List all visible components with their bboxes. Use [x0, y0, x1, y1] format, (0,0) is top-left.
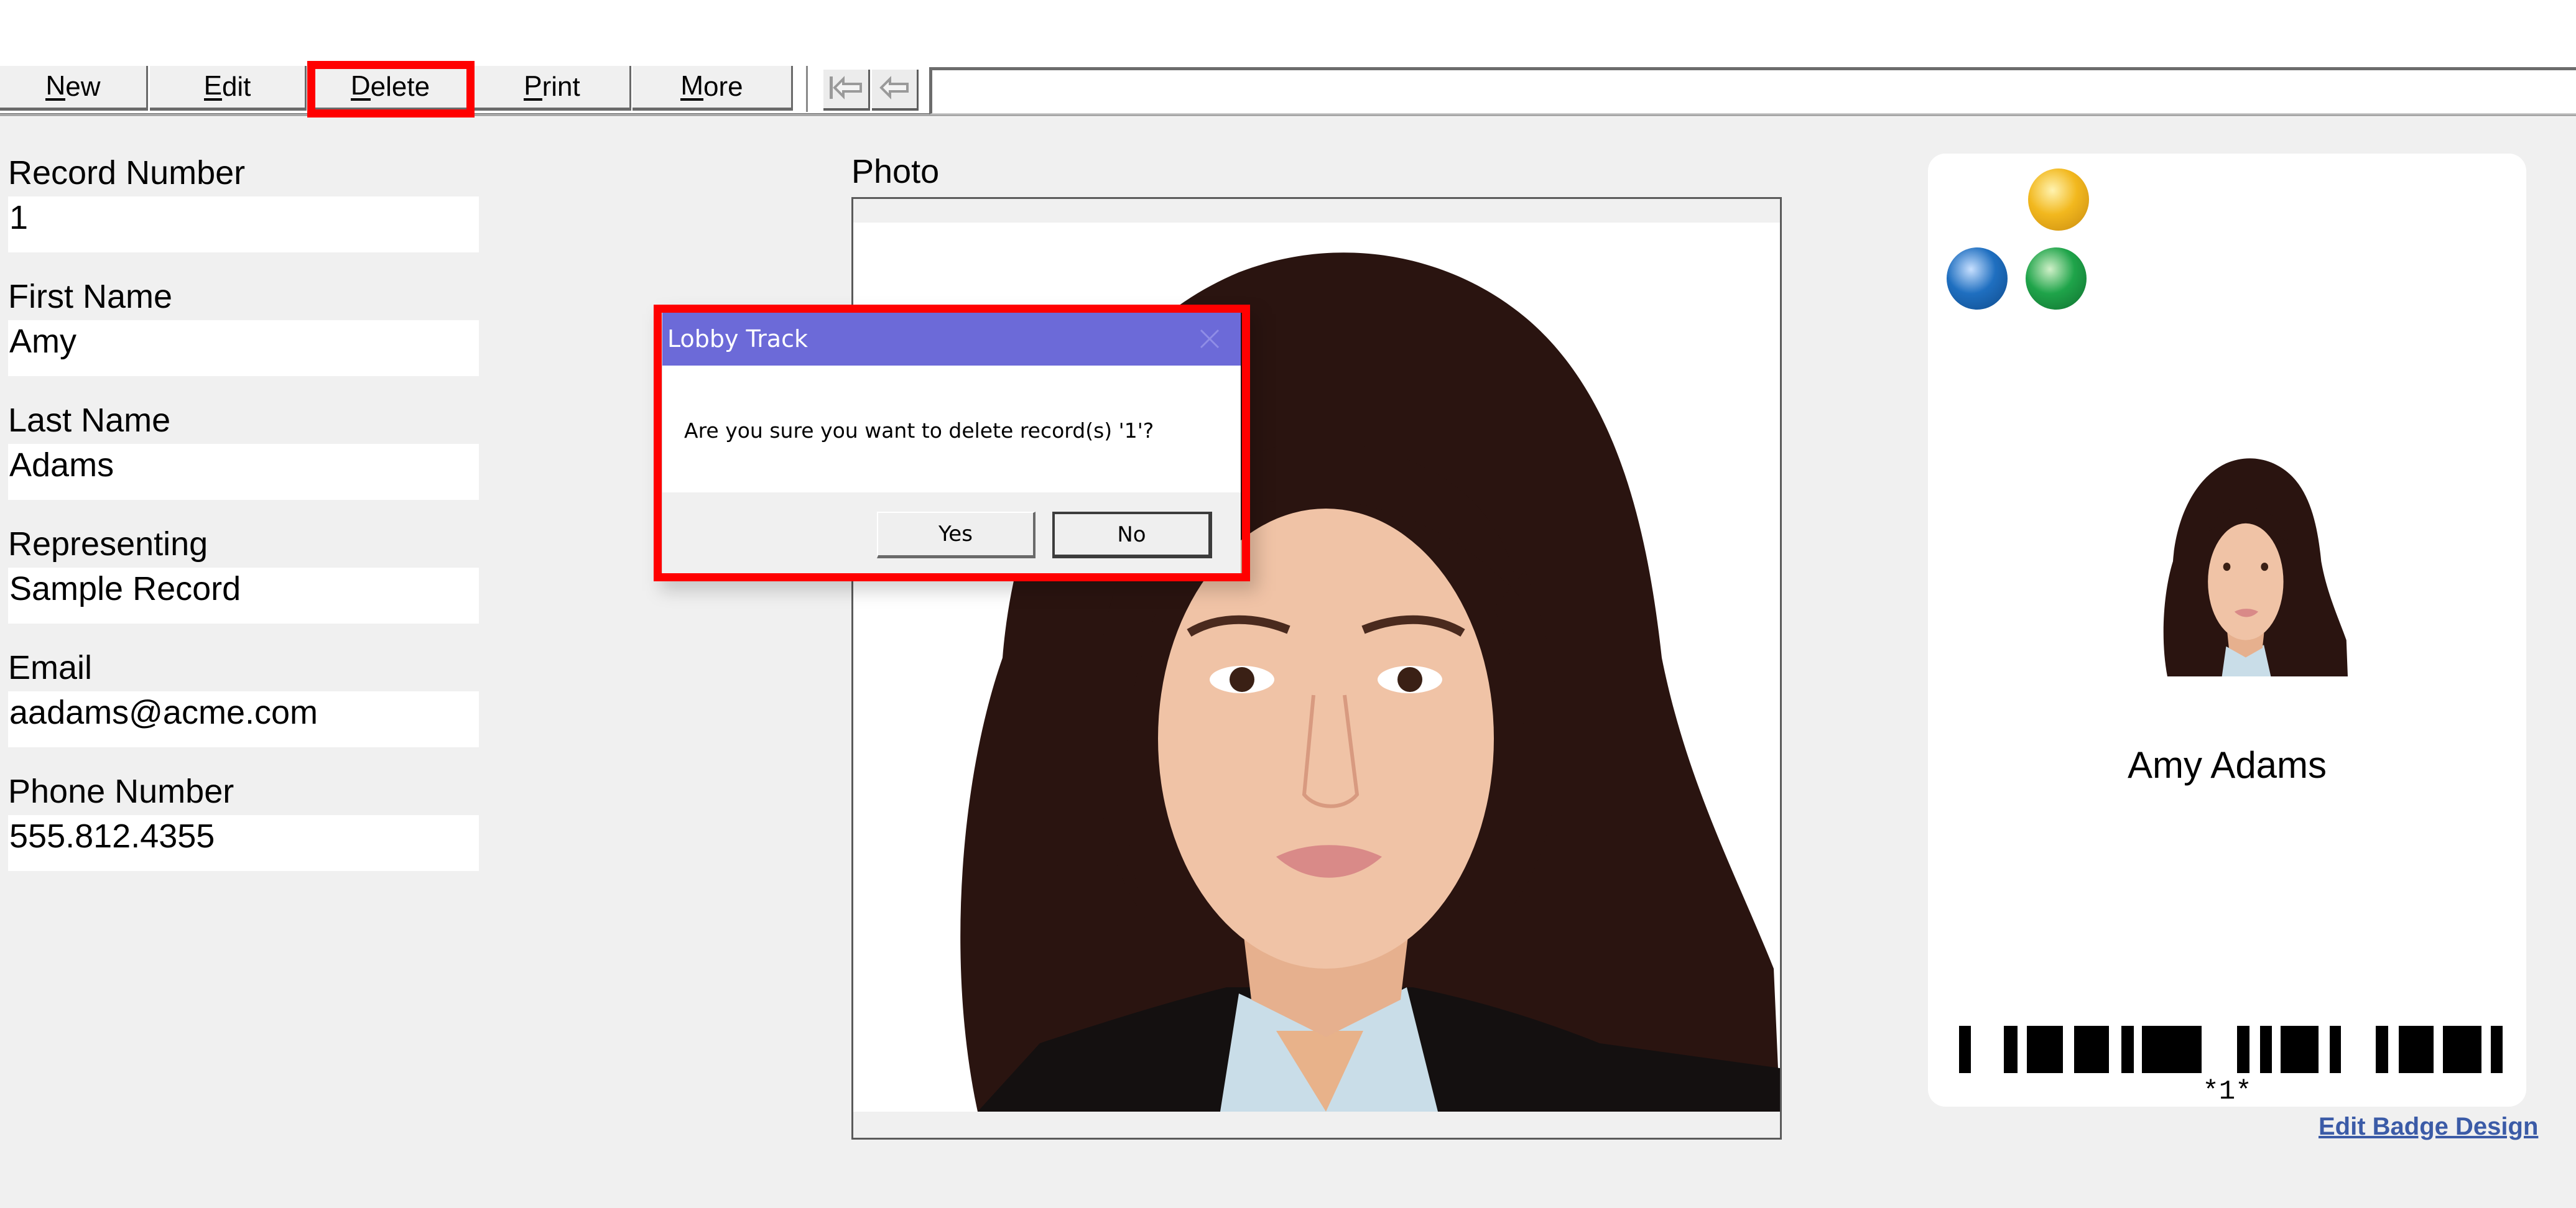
- record-number-field[interactable]: 1: [8, 196, 479, 252]
- representing-label: Representing: [8, 525, 208, 563]
- more-button[interactable]: More: [632, 66, 793, 111]
- logo-yellow-ball-icon: [2028, 168, 2089, 231]
- logo-blue-ball-icon: [1947, 247, 2008, 310]
- edit-label: dit: [221, 71, 251, 102]
- dialog-message: Are you sure you want to delete record(s…: [684, 418, 1154, 443]
- badge-name: Amy Adams: [2127, 744, 2327, 786]
- window-top-area: [0, 0, 2576, 65]
- last-name-field[interactable]: Adams: [8, 444, 479, 500]
- representing-field[interactable]: Sample Record: [8, 568, 479, 624]
- search-input[interactable]: [929, 67, 2576, 114]
- more-mnemonic: M: [680, 70, 704, 101]
- edit-badge-design-link[interactable]: Edit Badge Design: [2319, 1113, 2538, 1141]
- first-name-label: First Name: [8, 278, 173, 315]
- close-icon: [1200, 329, 1220, 349]
- first-record-icon: [828, 74, 863, 104]
- badge-barcode: [1959, 1026, 2503, 1073]
- first-name-field[interactable]: Amy: [8, 320, 479, 376]
- logo-green-ball-icon: [2026, 247, 2087, 310]
- new-button[interactable]: New: [0, 66, 148, 111]
- new-label: ew: [65, 71, 101, 102]
- dialog-close-button[interactable]: [1192, 321, 1227, 356]
- no-button[interactable]: No: [1052, 512, 1212, 558]
- delete-label: elete: [370, 71, 430, 102]
- previous-record-button[interactable]: [872, 70, 919, 111]
- phone-number-label: Phone Number: [8, 773, 234, 810]
- more-label: ore: [703, 71, 743, 102]
- first-record-button[interactable]: [823, 70, 870, 111]
- email-label: Email: [8, 649, 93, 686]
- print-button[interactable]: Print: [475, 66, 631, 111]
- previous-record-icon: [879, 74, 910, 104]
- toolbar-separator: [806, 66, 808, 112]
- email-field[interactable]: aadams@acme.com: [8, 691, 479, 747]
- delete-mnemonic: D: [350, 70, 371, 101]
- dialog-title-bar[interactable]: Lobby Track: [662, 313, 1241, 366]
- record-number-label: Record Number: [8, 154, 246, 191]
- yes-button[interactable]: Yes: [877, 512, 1035, 558]
- print-label: rint: [542, 71, 580, 102]
- edit-mnemonic: E: [203, 70, 222, 101]
- badge-photo: [2139, 451, 2348, 676]
- edit-button[interactable]: Edit: [150, 66, 307, 111]
- delete-confirm-dialog: Lobby Track Are you sure you want to del…: [662, 313, 1241, 573]
- phone-number-field[interactable]: 555.812.4355: [8, 815, 479, 871]
- last-name-label: Last Name: [8, 402, 171, 439]
- print-mnemonic: P: [524, 70, 542, 101]
- barcode-text: *1*: [2202, 1076, 2252, 1107]
- photo-label: Photo: [851, 153, 940, 190]
- new-mnemonic: N: [45, 70, 66, 101]
- delete-button[interactable]: Delete: [309, 66, 473, 111]
- dialog-title: Lobby Track: [667, 325, 808, 353]
